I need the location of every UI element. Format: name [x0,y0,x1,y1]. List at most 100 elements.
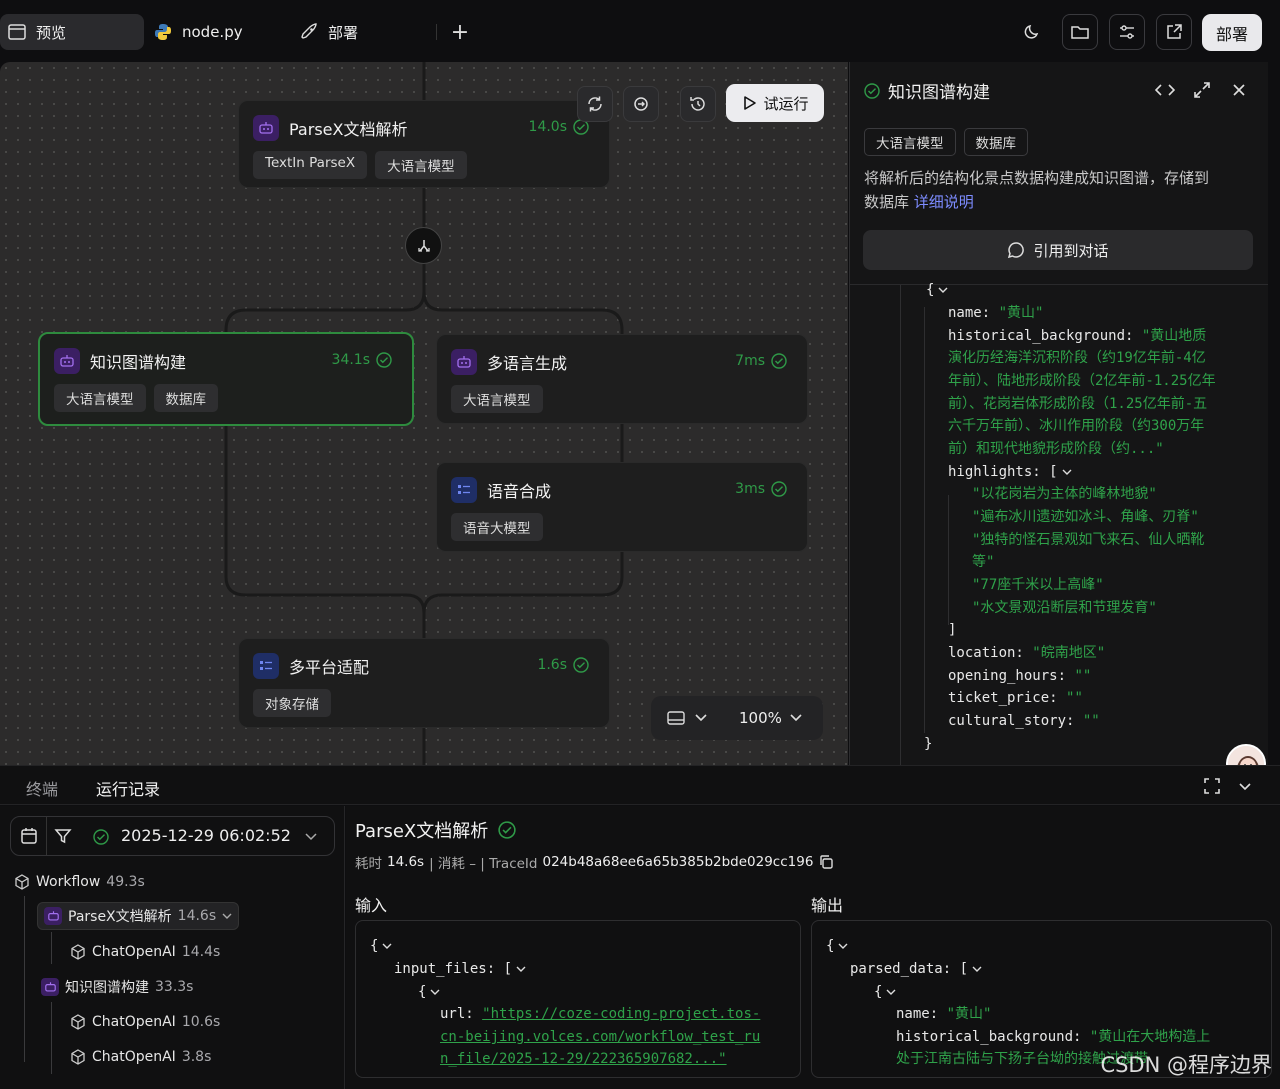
expand-button[interactable] [1190,78,1214,102]
meta-prefix: 耗时 [355,856,382,872]
rocket-icon [301,23,317,39]
chat-bubble-icon [1008,242,1025,259]
tab-deploy[interactable]: 部署 [292,14,432,50]
json-line: highlights: [ [948,461,1072,484]
chevron-down-icon[interactable] [838,943,848,949]
tree-item-chatopenai[interactable]: ChatOpenAI 10.6s [70,1008,220,1036]
layout-panel-icon [667,711,685,725]
tree-duration: 33.3s [155,979,194,995]
robot-icon [451,349,477,375]
node-knowledge-graph[interactable]: 知识图谱构建 34.1s 大语言模型 数据库 [38,332,414,426]
json-line: { [874,981,896,1004]
chevron-down-icon[interactable] [938,287,948,293]
tree-item-knowledge-graph[interactable]: 知识图谱构建 33.3s [41,973,193,1001]
json-line: ] [948,622,957,638]
filter-button[interactable] [49,817,77,855]
test-run-label: 试运行 [763,94,809,113]
edge-tts-mp [422,552,624,614]
copy-icon[interactable] [818,854,834,870]
json-line: 演化历经海洋沉积阶段（约19亿年前-4亿 [948,350,1206,366]
json-line: historical_background: "黄山在大地构造上 [896,1029,1211,1045]
tag: TextIn ParseX [253,151,368,179]
quote-to-chat-button[interactable]: 引用到对话 [863,230,1253,270]
folder-button[interactable] [1062,14,1098,50]
tree-duration: 10.6s [181,1014,221,1030]
panel-title-text: 知识图谱构建 [888,83,990,103]
node-tts[interactable]: 语音合成 3ms 语音大模型 [436,462,808,552]
tree-item-chatopenai[interactable]: ChatOpenAI 3.8s [70,1043,211,1071]
collapse-button[interactable] [1238,780,1252,796]
calendar-button[interactable] [11,817,47,855]
json-line: 等" [972,554,995,570]
details-link[interactable]: 详细说明 [914,193,974,211]
node-tags: TextIn ParseX 大语言模型 [253,151,467,179]
node-parsex[interactable]: ParseX文档解析 14.0s TextIn ParseX 大语言模型 [238,100,610,188]
tab-run-history[interactable]: 运行记录 [96,776,160,800]
output-label: 输出 [811,896,844,915]
json-line: { [418,981,440,1004]
node-title: 知识图谱构建 [90,353,187,372]
sync-button[interactable] [623,86,659,122]
node-title: ParseX文档解析 [289,120,408,139]
check-circle-icon [771,481,787,497]
file-url-link[interactable]: n_file/2025-12-29/222365907682..." [440,1048,727,1071]
node-title: 多语言生成 [487,354,568,373]
file-url-link[interactable]: cn-beijing.volces.com/workflow_test_ru [440,1026,760,1049]
close-panel-button[interactable] [1227,78,1251,102]
json-line: 前）、花岗岩体形成阶段（1.25亿年前-五 [948,396,1208,412]
tree-item-parsex[interactable]: ParseX文档解析 14.6s [37,902,240,930]
history-button[interactable] [680,86,716,122]
tree-label: 知识图谱构建 [65,980,149,996]
node-kg-head: 知识图谱构建 [54,348,186,374]
node-multiplatform[interactable]: 多平台适配 1.6s 对象存储 [238,638,610,728]
test-run-button[interactable]: 试运行 [726,84,824,122]
run-selector[interactable]: 2025-12-29 06:02:52 [10,816,335,856]
tag: 对象存储 [253,689,331,717]
open-external-button[interactable] [1156,14,1192,50]
chevron-down-icon[interactable] [382,943,392,949]
tree-duration: 3.8s [181,1049,212,1065]
node-multilingual[interactable]: 多语言生成 7ms 大语言模型 [436,334,808,424]
json-line: input_files: [ [394,958,526,981]
panel-title: 知识图谱构建 [864,78,990,103]
chevron-down-icon[interactable] [516,966,526,972]
tree-duration: 14.4s [181,944,221,960]
json-line: 前）和现代地貌形成阶段（约..." [948,441,1164,457]
check-circle-icon [93,829,109,845]
add-tab-button[interactable]: + [442,14,478,50]
check-circle-icon [771,353,787,369]
panel-description: 将解析后的结构化景点数据构建成知识图谱，存储到 数据库 详细说明 [864,166,1254,214]
settings-sliders-button[interactable] [1109,14,1145,50]
tab-terminal[interactable]: 终端 [26,776,58,800]
file-url-link[interactable]: "https://coze-coding-project.tos- [482,1006,760,1022]
deploy-button[interactable]: 部署 [1202,14,1262,51]
output-json-viewer[interactable]: { name: "黄山" historical_background: "黄山地… [850,282,1268,765]
json-line: ticket_price: "" [948,690,1083,706]
tab-node-py[interactable]: node.py [146,14,286,50]
tab-preview[interactable]: 预览 [0,14,144,50]
json-line: { [370,935,392,958]
input-json-viewer[interactable]: { input_files: [ { url: "https://coze-co… [355,920,801,1078]
branch-merge-button[interactable] [405,227,442,264]
tree-item-chatopenai[interactable]: ChatOpenAI 14.4s [70,938,220,966]
zoom-dropdown[interactable]: 100% [739,709,802,727]
tree-item-workflow[interactable]: Workflow 49.3s [14,868,145,896]
chevron-down-icon[interactable] [430,989,440,995]
fullscreen-button[interactable] [1203,777,1221,799]
chevron-down-icon[interactable] [972,966,982,972]
check-circle-icon [573,657,589,673]
theme-toggle-button[interactable] [1014,14,1050,50]
tag: 大语言模型 [375,151,467,179]
workflow-canvas[interactable]: ParseX文档解析 14.0s TextIn ParseX 大语言模型 试运行… [0,62,848,765]
chevron-down-icon[interactable] [1062,469,1072,475]
layout-dropdown[interactable] [667,710,707,726]
node-time: 1.6s [537,657,589,673]
code-view-button[interactable] [1153,78,1177,102]
tree-duration: 49.3s [106,874,145,890]
refresh-button[interactable] [577,86,613,122]
folder-icon [1071,26,1089,39]
json-line: name: "黄山" [948,305,1044,321]
indent-guide [900,285,901,765]
node-time-value: 3ms [735,481,765,497]
chevron-down-icon[interactable] [886,989,896,995]
